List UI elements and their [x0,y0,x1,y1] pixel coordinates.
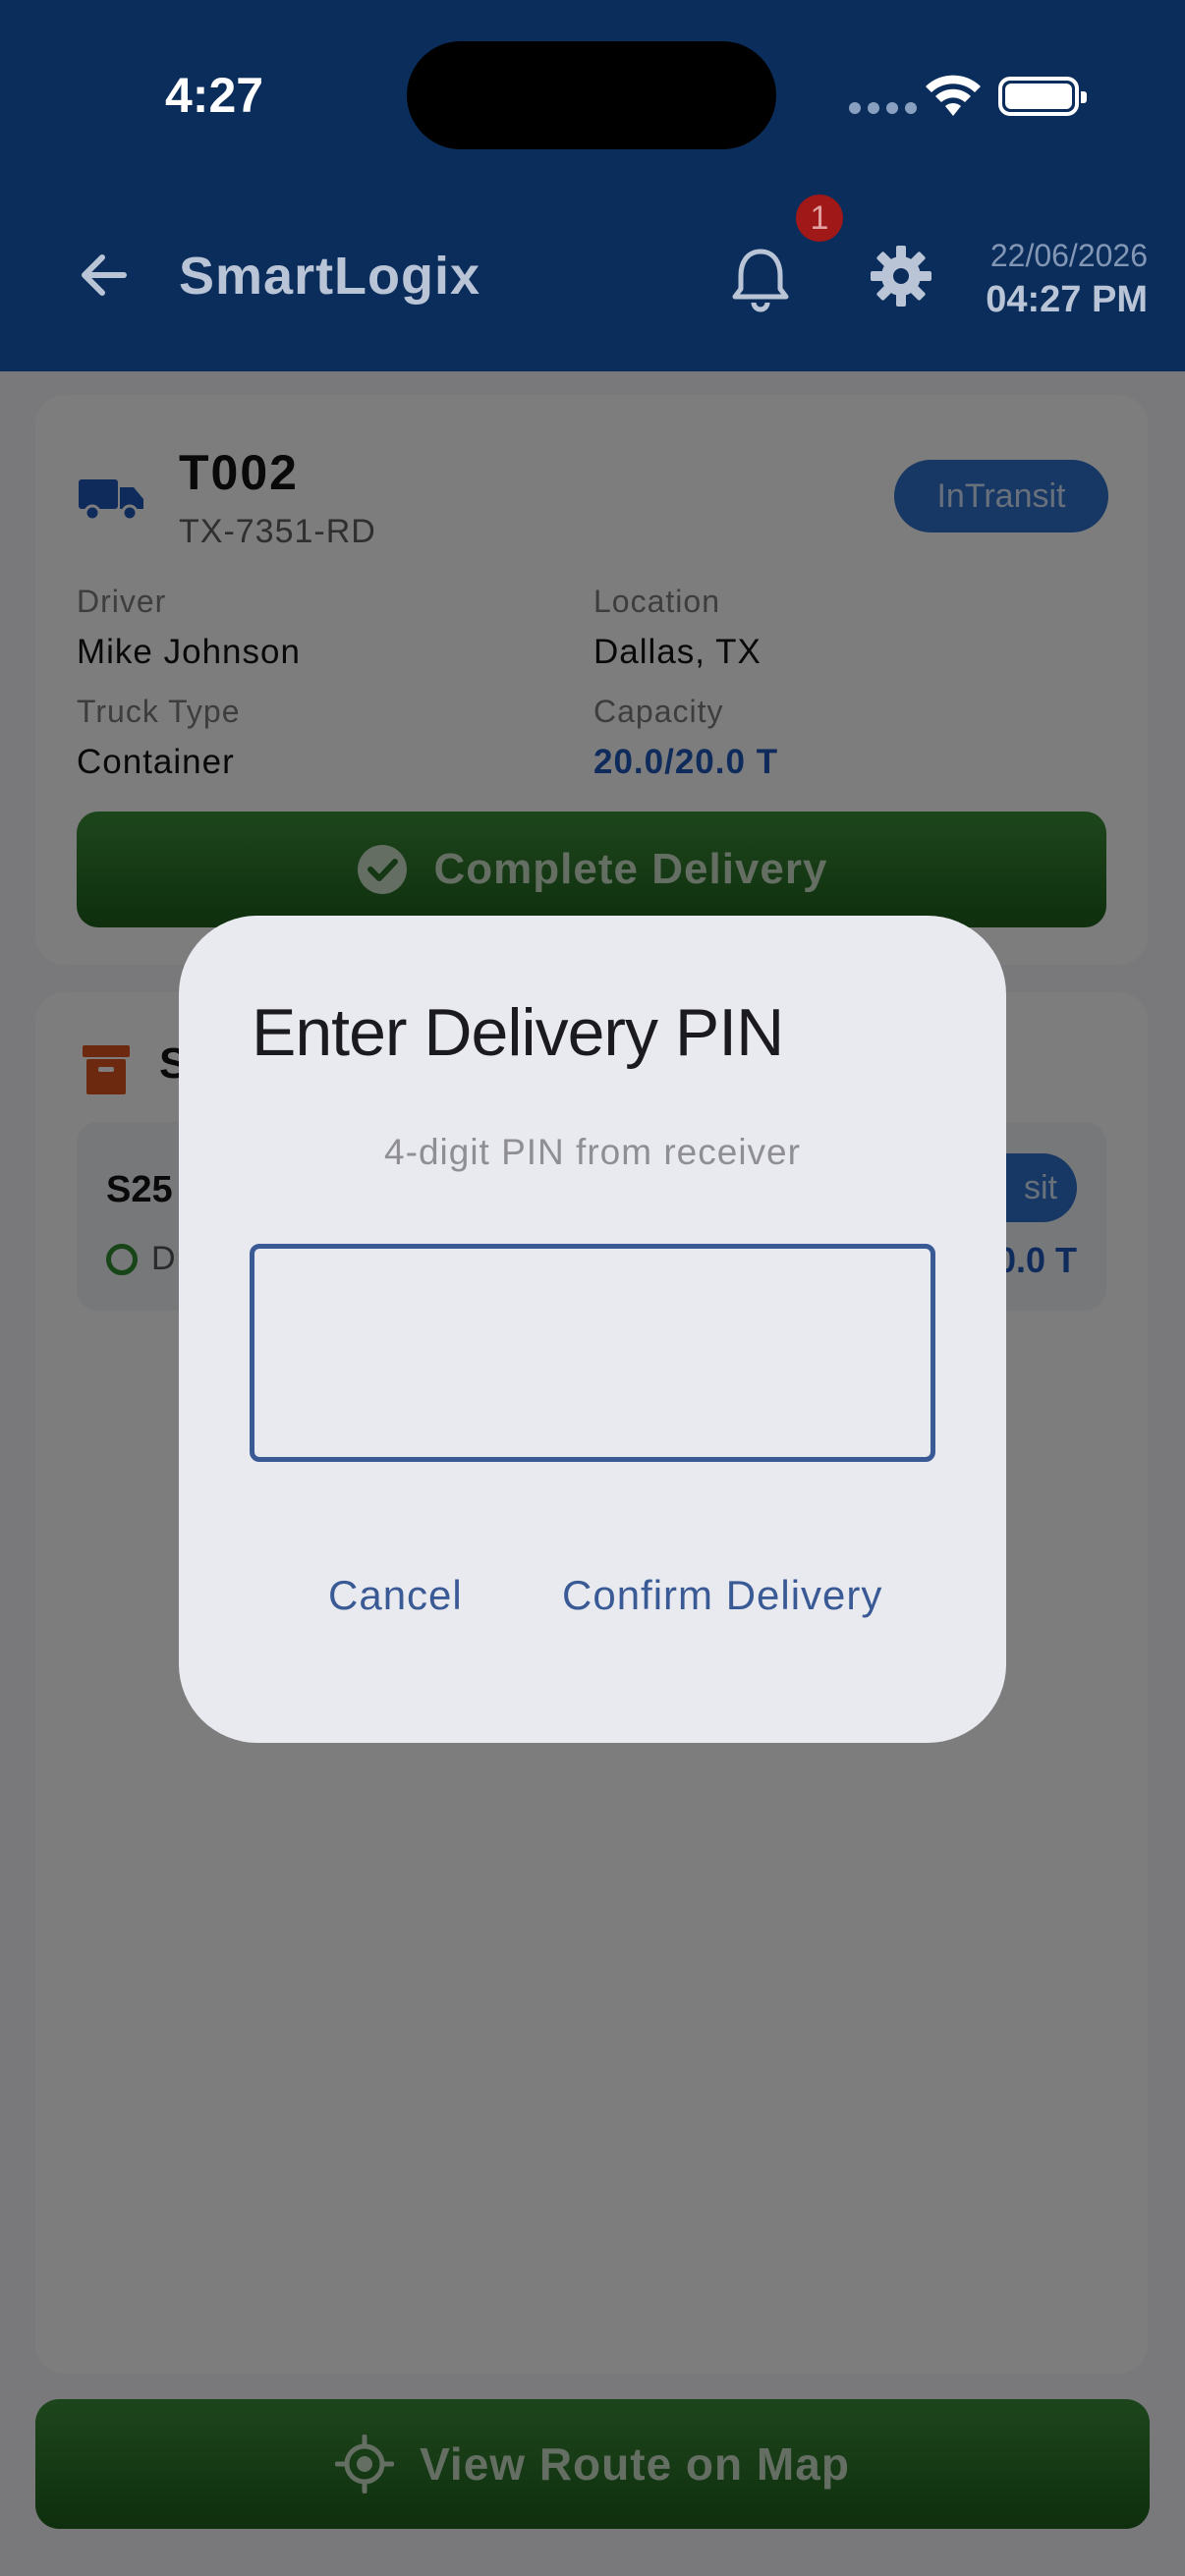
wifi-icon [926,75,981,116]
status-time: 4:27 [165,68,264,123]
pin-input[interactable] [250,1244,935,1462]
header-date: 22/06/2026 [989,238,1148,273]
back-arrow-icon[interactable] [75,246,134,305]
header-time: 04:27 PM [986,279,1148,320]
signal-icon [849,102,917,114]
gear-icon[interactable] [869,244,933,308]
notification-badge: 1 [796,195,843,242]
dynamic-island [407,41,776,149]
delivery-pin-dialog: Enter Delivery PIN 4-digit PIN from rece… [179,916,1006,1743]
confirm-delivery-button[interactable]: Confirm Delivery [562,1572,882,1619]
dialog-subtitle: 4-digit PIN from receiver [384,1132,801,1172]
battery-icon [998,77,1087,116]
app-title: SmartLogix [179,247,481,306]
bell-icon[interactable] [727,244,794,312]
cancel-button[interactable]: Cancel [328,1572,463,1619]
app-bar: 4:27 SmartLogix 1 22/06/2026 04:27 PM [0,0,1185,371]
dialog-title: Enter Delivery PIN [252,995,784,1070]
